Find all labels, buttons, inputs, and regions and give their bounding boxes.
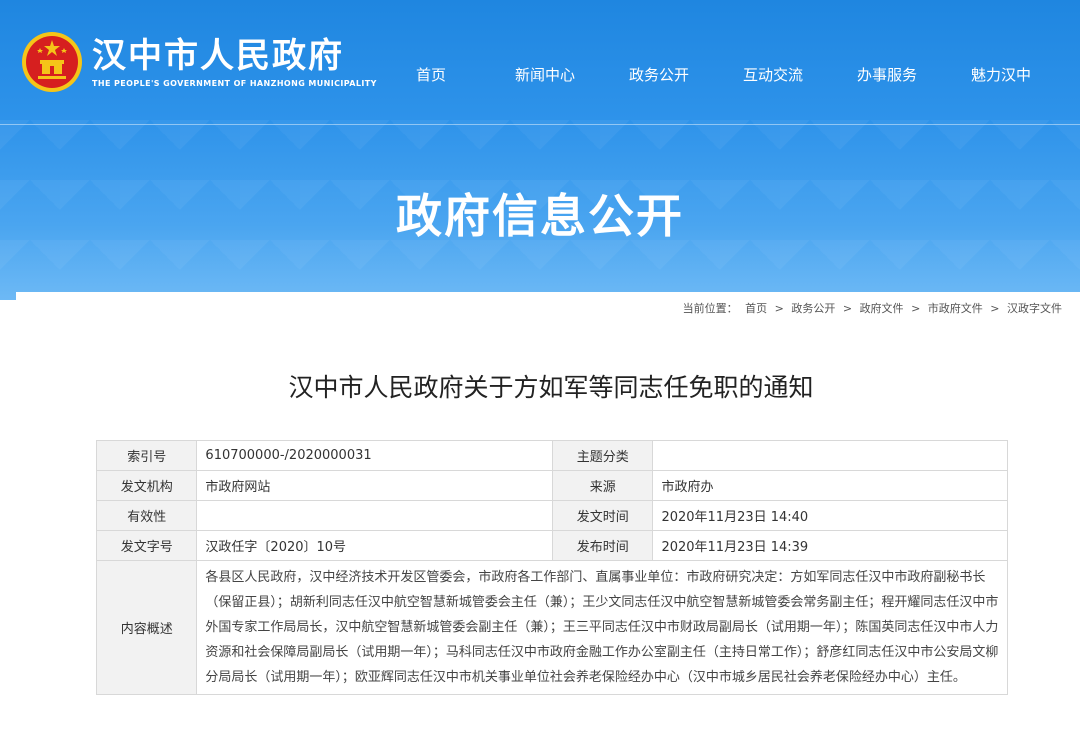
source-value: 市政府办 [652, 470, 1008, 501]
doc-number-label: 发文字号 [95, 530, 198, 561]
nav-item-charm-hanzhong[interactable]: 魅力汉中 [971, 64, 1031, 85]
table-row: 发文机构 市政府网站 来源 市政府办 [95, 470, 1008, 501]
validity-label: 有效性 [95, 500, 198, 531]
breadcrumb-item-gov-affairs[interactable]: 政务公开 [791, 302, 835, 315]
document-title: 汉中市人民政府关于方如军等同志任免职的通知 [288, 373, 814, 402]
topic-value [652, 440, 1008, 471]
publish-time-label: 发布时间 [552, 530, 654, 561]
table-row: 内容概述 各县区人民政府，汉中经济技术开发区管委会，市政府各工作部门、直属事业单… [95, 560, 1008, 695]
issue-time-label: 发文时间 [552, 500, 654, 531]
nav-item-gov-affairs[interactable]: 政务公开 [629, 64, 689, 85]
breadcrumb-separator: > [911, 302, 921, 315]
breadcrumb-item-city-docs[interactable]: 市政府文件 [928, 302, 983, 315]
document-meta-table: 索引号 610700000-/2020000031 主题分类 发文机构 市政府网… [95, 440, 1008, 695]
breadcrumb-separator: > [774, 302, 784, 315]
breadcrumb-separator: > [842, 302, 853, 315]
nav-item-home[interactable]: 首页 [416, 64, 446, 85]
table-row: 有效性 发文时间 2020年11月23日 14:40 [95, 500, 1008, 531]
doc-number-value: 汉政任字〔2020〕10号 [196, 530, 554, 561]
main-nav: 首页 新闻中心 政务公开 互动交流 办事服务 魅力汉中 [380, 64, 1080, 88]
site-subtitle: THE PEOPLE'S GOVERNMENT OF HANZHONG MUNI… [92, 79, 377, 88]
issuer-label: 发文机构 [95, 470, 198, 501]
breadcrumb: 当前位置： 首页 > 政务公开 > 政府文件 > 市政府文件 > 汉政字文件 [681, 300, 1064, 316]
breadcrumb-item-gov-docs[interactable]: 政府文件 [860, 302, 904, 315]
national-emblem-icon[interactable] [20, 30, 84, 94]
breadcrumb-item-hanzheng-docs[interactable]: 汉政字文件 [1007, 302, 1062, 315]
issue-time-value: 2020年11月23日 14:40 [652, 500, 1008, 531]
issuer-value: 市政府网站 [196, 470, 554, 501]
table-row: 发文字号 汉政任字〔2020〕10号 发布时间 2020年11月23日 14:3… [95, 530, 1008, 561]
breadcrumb-item-home[interactable]: 首页 [745, 302, 767, 315]
breadcrumb-separator: > [990, 302, 1000, 315]
topic-label: 主题分类 [552, 440, 654, 471]
index-value: 610700000-/2020000031 [196, 440, 554, 471]
nav-item-interaction[interactable]: 互动交流 [743, 64, 803, 85]
breadcrumb-label: 当前位置： [682, 302, 738, 315]
summary-value: 各县区人民政府，汉中经济技术开发区管委会，市政府各工作部门、直属事业单位：市政府… [196, 560, 1008, 695]
content-panel: 当前位置： 首页 > 政务公开 > 政府文件 > 市政府文件 > 汉政字文件 汉… [16, 292, 1080, 747]
site-title[interactable]: 汉中市人民政府 [92, 28, 344, 77]
header-divider [0, 124, 1080, 125]
table-row: 索引号 610700000-/2020000031 主题分类 [95, 440, 1008, 471]
nav-item-services[interactable]: 办事服务 [857, 64, 917, 85]
summary-label: 内容概述 [95, 560, 198, 695]
nav-item-news[interactable]: 新闻中心 [515, 64, 575, 85]
hero-banner: 汉中市人民政府 THE PEOPLE'S GOVERNMENT OF HANZH… [0, 0, 1080, 300]
validity-value [196, 500, 554, 531]
source-label: 来源 [552, 470, 654, 501]
index-label: 索引号 [95, 440, 198, 471]
banner-title: 政府信息公开 [396, 189, 684, 243]
publish-time-value: 2020年11月23日 14:39 [652, 530, 1008, 561]
